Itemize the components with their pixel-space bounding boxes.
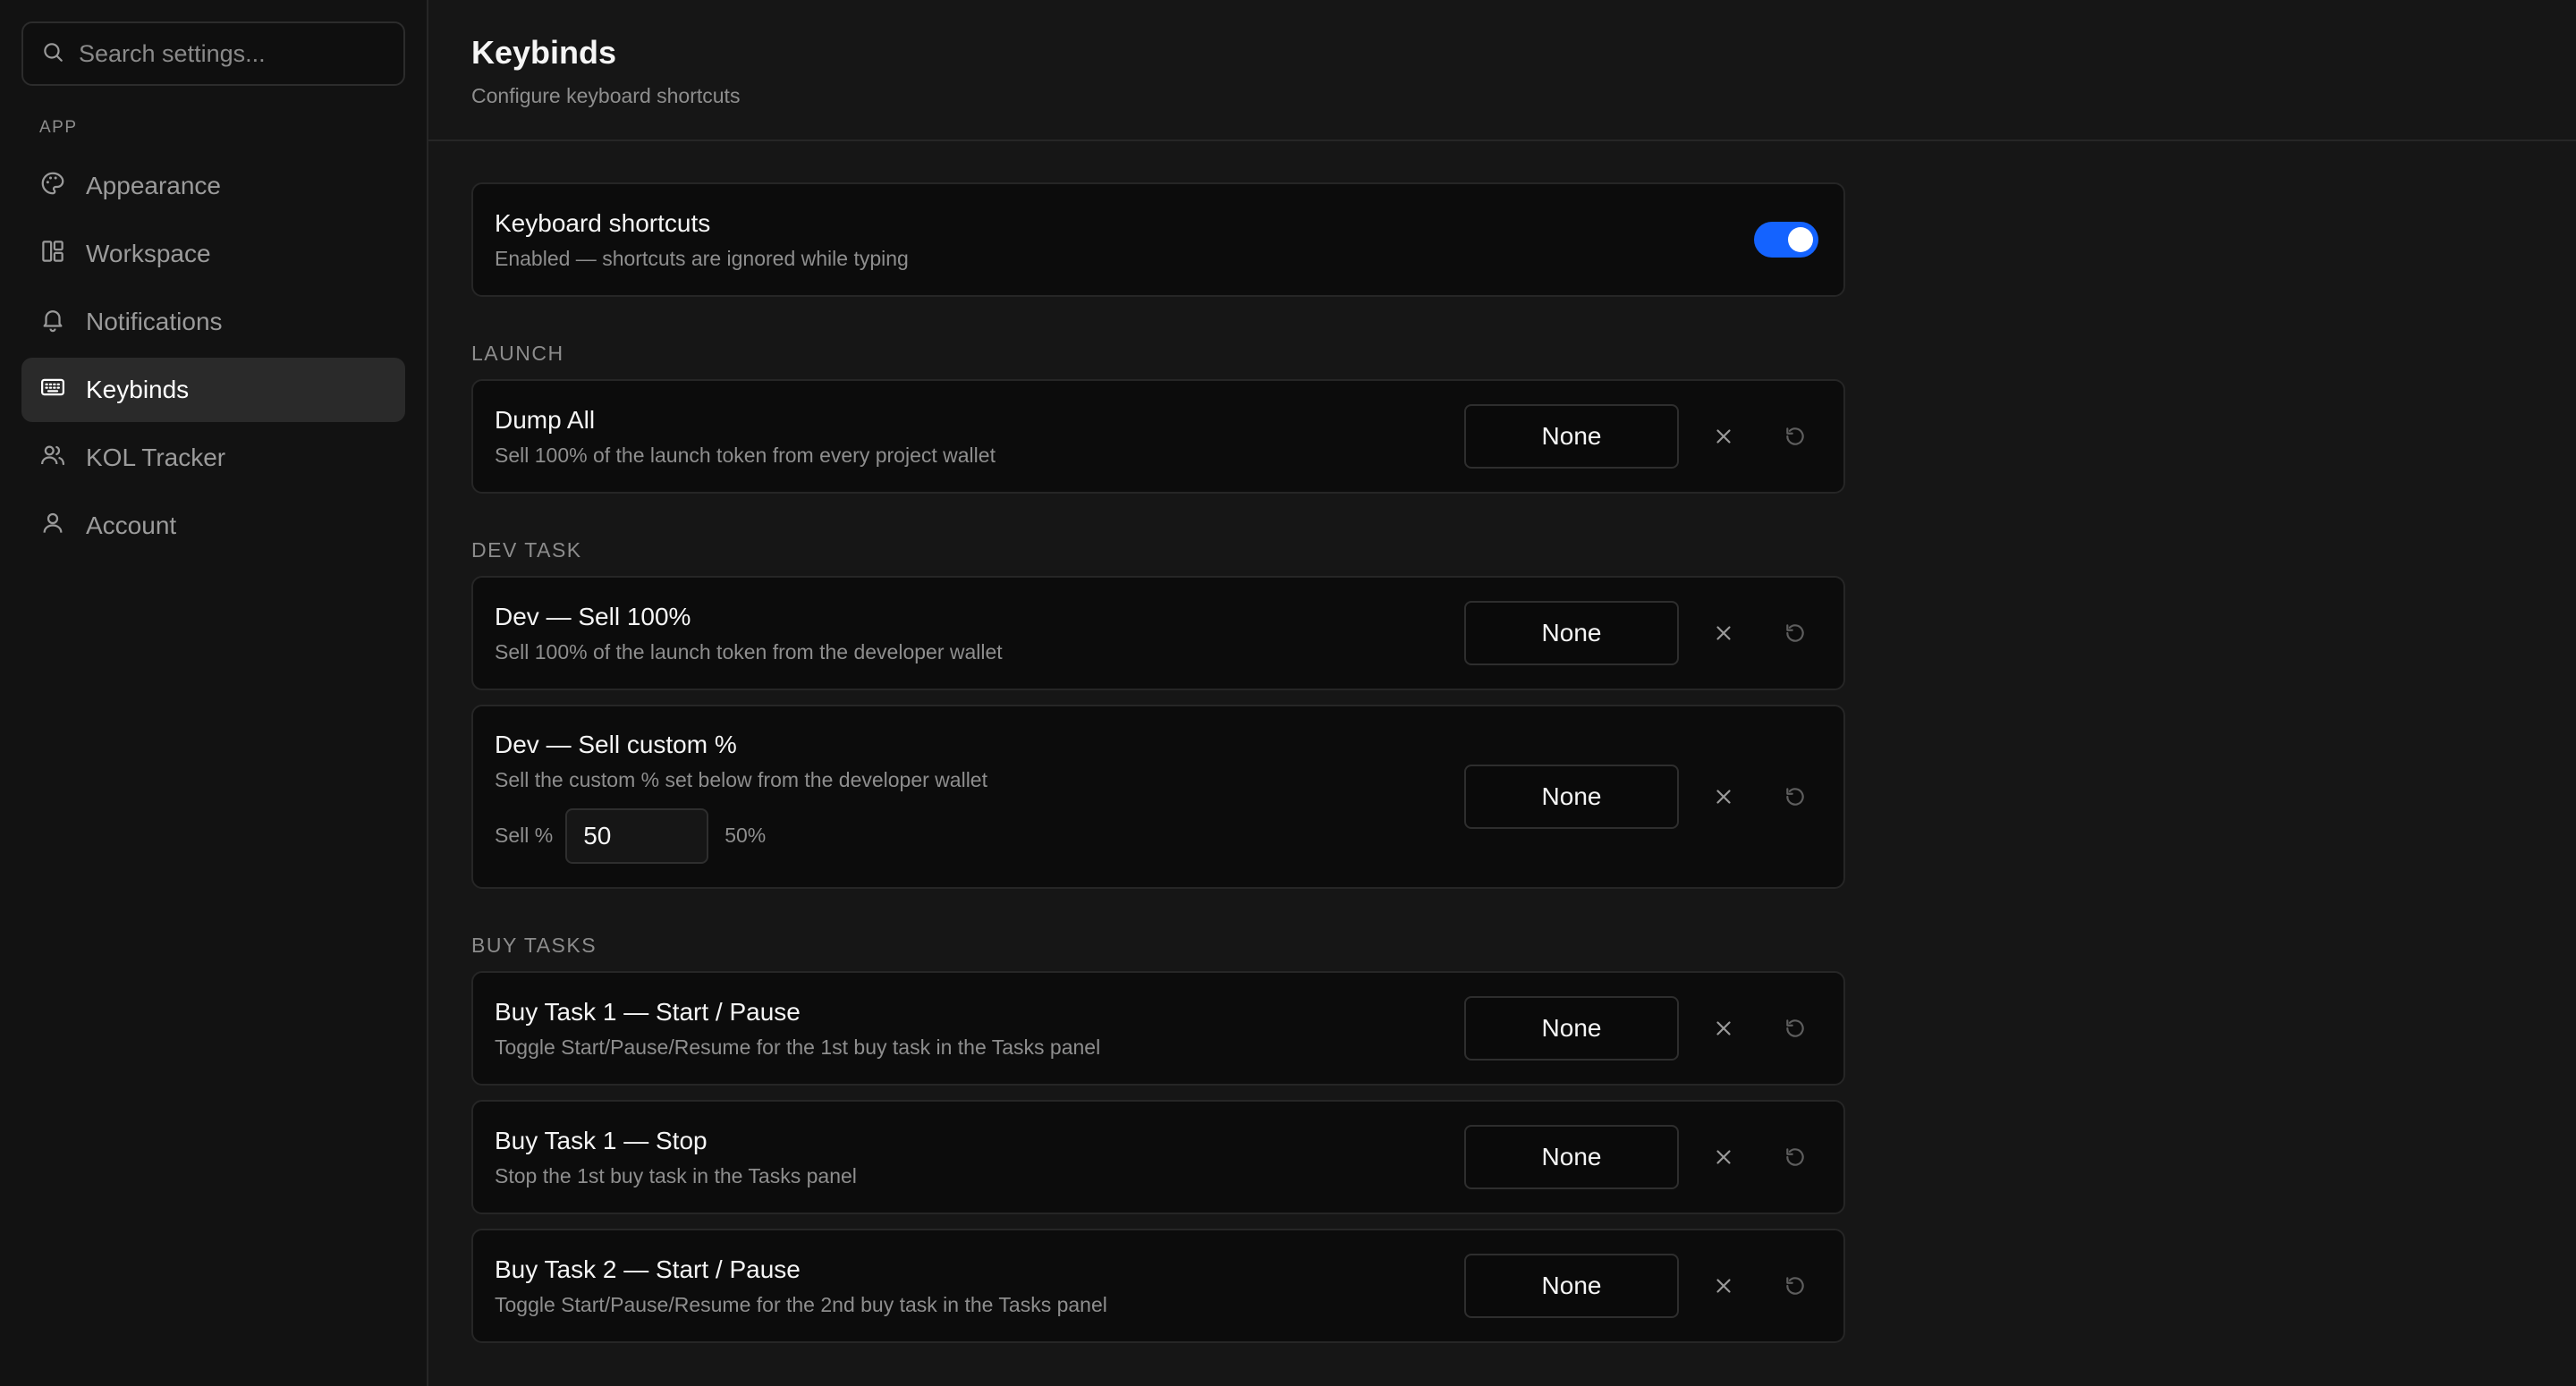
keybind-title: Dev — Sell 100%: [495, 602, 691, 630]
sidebar-item-label: Keybinds: [86, 376, 190, 403]
keybind-row: Dev — Sell custom % Sell the custom % se…: [471, 705, 1845, 889]
reset-icon[interactable]: [1774, 775, 1817, 818]
settings-app: APP Appearance Workspace Notifications: [0, 0, 2576, 1386]
main-panel: Keybinds Configure keyboard shortcuts Ke…: [428, 0, 2576, 1386]
sidebar-item-label: KOL Tracker: [86, 444, 226, 471]
reset-icon[interactable]: [1774, 1007, 1817, 1050]
reset-icon[interactable]: [1774, 1264, 1817, 1307]
sidebar-item-label: Workspace: [86, 240, 211, 267]
layout-icon: [39, 238, 66, 271]
group-label-dev-task: DEV TASK: [471, 538, 582, 562]
clear-icon[interactable]: [1702, 415, 1745, 458]
keybind-row: Buy Task 1 — Start / Pause Toggle Start/…: [471, 971, 1845, 1086]
users-icon: [39, 442, 66, 475]
sidebar-item-appearance[interactable]: Appearance: [21, 154, 405, 218]
sidebar-item-keybinds[interactable]: Keybinds: [21, 358, 405, 422]
sell-percent-display: 50%: [724, 824, 767, 847]
keybind-capture-button[interactable]: None: [1464, 1254, 1679, 1318]
sidebar-section-label: APP: [39, 118, 78, 137]
keybind-row: Buy Task 1 — Stop Stop the 1st buy task …: [471, 1100, 1845, 1214]
page-title: Keybinds: [471, 34, 617, 71]
keybind-title: Buy Task 1 — Stop: [495, 1126, 708, 1154]
keybind-description: Stop the 1st buy task in the Tasks panel: [495, 1163, 857, 1187]
search-input[interactable]: [79, 39, 386, 68]
clear-icon[interactable]: [1702, 775, 1745, 818]
toggle-knob: [1788, 227, 1813, 252]
keybind-row: Buy Task 2 — Start / Pause Toggle Start/…: [471, 1229, 1845, 1343]
keybind-capture-button[interactable]: None: [1464, 404, 1679, 469]
keybind-capture-button[interactable]: None: [1464, 996, 1679, 1061]
page-header: Keybinds Configure keyboard shortcuts: [428, 0, 2576, 141]
search-box[interactable]: [21, 21, 405, 86]
sidebar-item-label: Account: [86, 511, 177, 539]
keybind-title: Dev — Sell custom %: [495, 730, 737, 758]
keybind-capture-button[interactable]: None: [1464, 765, 1679, 829]
clear-icon[interactable]: [1702, 1264, 1745, 1307]
palette-icon: [39, 170, 66, 203]
keyboard-icon: [39, 374, 66, 407]
sidebar-item-account[interactable]: Account: [21, 494, 405, 558]
group-label-buy-tasks: BUY TASKS: [471, 934, 597, 957]
reset-icon[interactable]: [1774, 1136, 1817, 1179]
sidebar-nav: Appearance Workspace Notifications Keybi…: [21, 154, 405, 558]
keybind-title: Buy Task 1 — Start / Pause: [495, 997, 801, 1026]
keyboard-shortcuts-card: Keyboard shortcuts Enabled — shortcuts a…: [471, 182, 1845, 297]
sell-percent-row: Sell % 50%: [495, 807, 1464, 864]
page-subtitle: Configure keyboard shortcuts: [471, 84, 741, 107]
search-icon: [41, 40, 64, 68]
keybind-row: Dump All Sell 100% of the launch token f…: [471, 379, 1845, 494]
sidebar-item-label: Appearance: [86, 172, 222, 199]
keybind-capture-button[interactable]: None: [1464, 1125, 1679, 1189]
keybind-title: Dump All: [495, 405, 596, 434]
sidebar-item-kol-tracker[interactable]: KOL Tracker: [21, 426, 405, 490]
sell-percent-label: Sell %: [495, 824, 554, 847]
sidebar-item-label: Notifications: [86, 308, 223, 335]
clear-icon[interactable]: [1702, 1007, 1745, 1050]
card-description: Enabled — shortcuts are ignored while ty…: [495, 246, 909, 270]
keybind-description: Toggle Start/Pause/Resume for the 2nd bu…: [495, 1292, 1107, 1316]
bell-icon: [39, 306, 66, 339]
shortcuts-toggle[interactable]: [1754, 222, 1818, 258]
clear-icon[interactable]: [1702, 612, 1745, 655]
sidebar: APP Appearance Workspace Notifications: [0, 0, 428, 1386]
card-title: Keyboard shortcuts: [495, 208, 711, 237]
keybind-description: Sell 100% of the launch token from the d…: [495, 639, 1003, 663]
keybinds-content: Keyboard shortcuts Enabled — shortcuts a…: [428, 141, 1845, 1343]
sell-percent-input[interactable]: [565, 807, 709, 864]
keybind-row: Dev — Sell 100% Sell 100% of the launch …: [471, 576, 1845, 690]
keybind-description: Sell the custom % set below from the dev…: [495, 767, 987, 791]
reset-icon[interactable]: [1774, 415, 1817, 458]
keybind-title: Buy Task 2 — Start / Pause: [495, 1255, 801, 1283]
keybind-description: Sell 100% of the launch token from every…: [495, 443, 996, 467]
clear-icon[interactable]: [1702, 1136, 1745, 1179]
sidebar-item-notifications[interactable]: Notifications: [21, 290, 405, 354]
group-label-launch: LAUNCH: [471, 342, 564, 365]
sidebar-item-workspace[interactable]: Workspace: [21, 222, 405, 286]
keybind-capture-button[interactable]: None: [1464, 601, 1679, 665]
reset-icon[interactable]: [1774, 612, 1817, 655]
keybind-description: Toggle Start/Pause/Resume for the 1st bu…: [495, 1035, 1101, 1059]
user-icon: [39, 510, 66, 543]
